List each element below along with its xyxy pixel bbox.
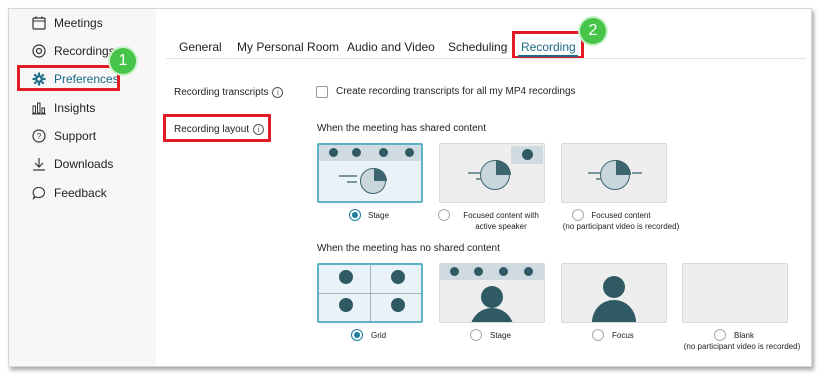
- option-label-stage: Stage: [368, 211, 389, 220]
- radio-stage-shared[interactable]: [349, 209, 361, 221]
- help-icon: ?: [31, 128, 47, 144]
- option-label-focused-speaker-1: Focused content with: [463, 211, 539, 220]
- speaker-avatar: [481, 286, 503, 308]
- step-badge-2: 2: [580, 18, 606, 44]
- radio-blank[interactable]: [714, 329, 726, 341]
- pie-slice-graphic: [496, 160, 511, 175]
- sidebar-item-label: Recordings: [54, 44, 115, 58]
- option-label-grid: Grid: [371, 331, 387, 340]
- layout-card-blank[interactable]: [682, 263, 788, 323]
- sidebar-item-label: Feedback: [54, 186, 107, 200]
- layout-card-stage-no-shared[interactable]: [439, 263, 545, 323]
- participant-avatar: [329, 148, 338, 157]
- speaker-body: [470, 308, 514, 322]
- participant-avatar: [339, 298, 353, 312]
- content-line: [632, 172, 642, 174]
- participant-avatar: [450, 267, 459, 276]
- bar-chart-icon: [31, 100, 47, 116]
- tab-recording[interactable]: Recording: [521, 40, 576, 54]
- radio-stage-no-shared[interactable]: [470, 329, 482, 341]
- recording-transcripts-label: Recording transcripts i: [174, 87, 284, 98]
- sidebar-item-label: Insights: [54, 101, 96, 115]
- layout-card-stage-shared[interactable]: [317, 143, 423, 203]
- transcripts-checkbox[interactable]: [316, 86, 328, 98]
- tab-my-personal-room[interactable]: My Personal Room: [237, 40, 339, 54]
- tab-scheduling[interactable]: Scheduling: [448, 40, 507, 54]
- layout-card-focused-speaker[interactable]: [439, 143, 545, 203]
- option-label-stage-no-shared: Stage: [490, 331, 511, 340]
- sidebar-item-downloads[interactable]: Downloads: [9, 152, 156, 176]
- radio-focus[interactable]: [592, 329, 604, 341]
- active-tab-indicator: [518, 55, 578, 57]
- radio-focused-speaker[interactable]: [438, 209, 450, 221]
- info-icon[interactable]: i: [272, 87, 284, 98]
- tab-divider: [166, 58, 806, 59]
- participant-avatar: [474, 267, 483, 276]
- participant-avatar: [379, 148, 388, 157]
- option-label-focused-content-2: (no participant video is recorded): [562, 222, 680, 231]
- step-badge-1: 1: [110, 48, 136, 74]
- option-label-blank-1: Blank: [733, 331, 754, 340]
- option-label-focused-content-1: Focused content: [591, 211, 651, 220]
- participant-avatar: [524, 267, 533, 276]
- speaker-avatar: [522, 149, 533, 160]
- participant-avatar: [391, 298, 405, 312]
- content-line: [347, 181, 357, 183]
- transcripts-checkbox-label: Create recording transcripts for all my …: [336, 86, 576, 97]
- layout-card-focus[interactable]: [561, 263, 667, 323]
- radio-focused-content[interactable]: [572, 209, 584, 221]
- screenshot-frame: Meetings Recordings Preferences Insights…: [0, 0, 820, 374]
- record-icon: [31, 43, 47, 59]
- grid-divider: [319, 293, 421, 294]
- layout-card-grid[interactable]: [317, 263, 423, 323]
- sidebar-item-label: Downloads: [54, 157, 114, 171]
- speaker-avatar: [603, 276, 625, 298]
- option-label-focus: Focus: [612, 331, 634, 340]
- sidebar-item-feedback[interactable]: Feedback: [9, 181, 156, 205]
- participant-avatar: [339, 270, 353, 284]
- speaker-body: [592, 300, 636, 322]
- recording-layout-label: Recording layout i: [174, 124, 265, 135]
- calendar-icon: [31, 15, 47, 31]
- shared-content-title: When the meeting has shared content: [317, 123, 486, 134]
- preferences-highlight-box: [17, 65, 120, 91]
- sidebar-item-meetings[interactable]: Meetings: [9, 11, 156, 35]
- participant-avatar: [405, 148, 414, 157]
- recording-transcripts-text: Recording transcripts: [174, 87, 269, 98]
- layout-card-focused-content[interactable]: [561, 143, 667, 203]
- info-icon[interactable]: i: [253, 124, 265, 135]
- sidebar-item-support[interactable]: ? Support: [9, 124, 156, 148]
- svg-text:?: ?: [37, 132, 42, 141]
- download-icon: [31, 156, 47, 172]
- pie-slice-graphic: [616, 160, 631, 175]
- recording-layout-text: Recording layout: [174, 124, 250, 135]
- option-label-focused-speaker-2: active speaker: [475, 222, 527, 231]
- participant-avatar: [499, 267, 508, 276]
- sidebar-item-insights[interactable]: Insights: [9, 96, 156, 120]
- no-shared-content-title: When the meeting has no shared content: [317, 243, 500, 254]
- tab-general[interactable]: General: [179, 40, 222, 54]
- sidebar-item-label: Support: [54, 129, 97, 143]
- participant-avatar: [391, 270, 405, 284]
- chat-bubble-icon: [31, 185, 47, 201]
- option-label-blank-2: (no participant video is recorded): [683, 342, 801, 351]
- radio-grid[interactable]: [351, 329, 363, 341]
- tab-audio-and-video[interactable]: Audio and Video: [347, 40, 435, 54]
- sidebar-item-label: Meetings: [54, 16, 103, 30]
- content-line: [339, 175, 357, 177]
- participant-avatar: [352, 148, 361, 157]
- pie-slice-graphic: [374, 168, 387, 181]
